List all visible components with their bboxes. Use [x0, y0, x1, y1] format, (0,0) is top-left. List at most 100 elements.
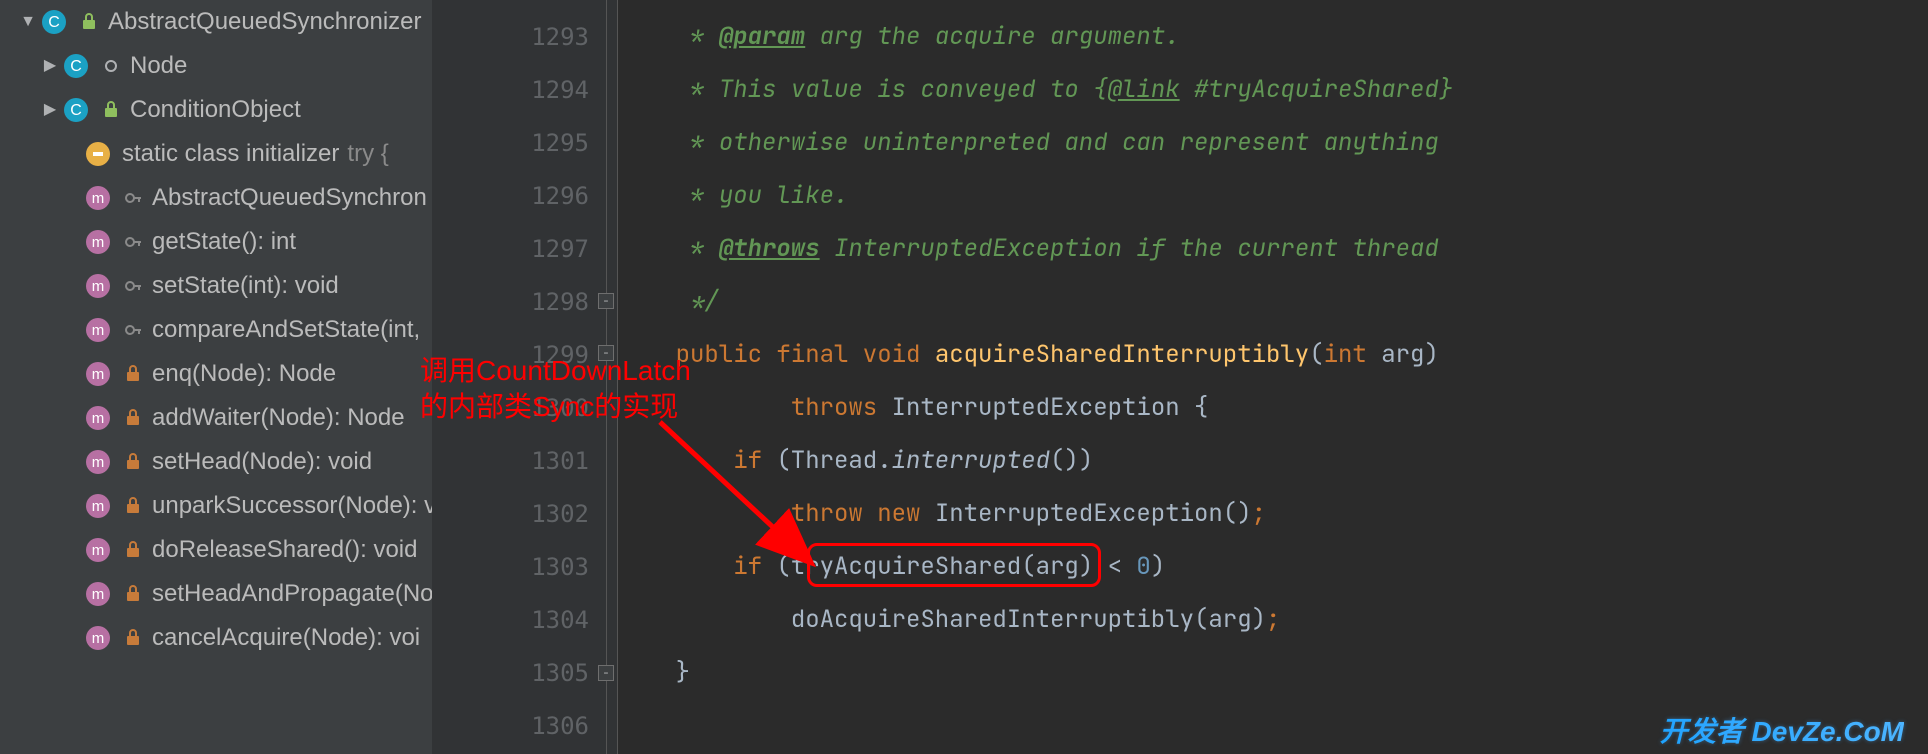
- svg-text:m: m: [92, 498, 105, 515]
- code-line: * This value is conveyed to {@link #tryA…: [618, 63, 1928, 116]
- chevron-right-icon[interactable]: ▶: [42, 88, 58, 132]
- tree-method[interactable]: m compareAndSetState(int,: [0, 308, 432, 352]
- svg-text:m: m: [92, 410, 105, 427]
- highlight-box: [807, 543, 1101, 587]
- tree-label: addWaiter(Node): Node: [152, 396, 405, 440]
- method-icon: m: [84, 316, 112, 344]
- line-number: 1306: [432, 699, 589, 752]
- tree-method[interactable]: m doReleaseShared(): void: [0, 528, 432, 572]
- line-number: 1296: [432, 169, 589, 222]
- tree-method[interactable]: m setHeadAndPropagate(No: [0, 572, 432, 616]
- code-line: }: [618, 646, 1928, 699]
- method-icon: m: [84, 580, 112, 608]
- code-line: * @throws InterruptedException if the cu…: [618, 222, 1928, 275]
- svg-text:m: m: [92, 322, 105, 339]
- tree-label: ConditionObject: [130, 88, 301, 132]
- method-icon: m: [84, 360, 112, 388]
- code-line: * otherwise uninterpreted and can repres…: [618, 116, 1928, 169]
- line-number: 1297: [432, 222, 589, 275]
- app-root: ▼ C AbstractQueuedSynchronizer ▶ C Node …: [0, 0, 1928, 754]
- fold-toggle-icon[interactable]: −: [598, 293, 614, 309]
- final-icon: [100, 55, 122, 77]
- line-number: 1301: [432, 434, 589, 487]
- tree-label: unparkSuccessor(Node): v: [152, 484, 432, 528]
- line-number: 1303: [432, 540, 589, 593]
- tree-label: doReleaseShared(): void: [152, 528, 418, 572]
- tree-label: compareAndSetState(int,: [152, 308, 420, 352]
- tree-label: setState(int): void: [152, 264, 339, 308]
- method-icon: m: [84, 272, 112, 300]
- key-icon: [122, 275, 144, 297]
- annotation-text: 调用CountDownLatch 的内部类Sync的实现: [420, 353, 691, 426]
- tree-method[interactable]: m setState(int): void: [0, 264, 432, 308]
- key-icon: [122, 187, 144, 209]
- class-icon: C: [62, 52, 90, 80]
- tree-method[interactable]: m cancelAcquire(Node): voi: [0, 616, 432, 660]
- tree-label: cancelAcquire(Node): voi: [152, 616, 420, 660]
- initializer-icon: [84, 140, 112, 168]
- svg-text:C: C: [70, 58, 82, 75]
- tree-method[interactable]: m addWaiter(Node): Node: [0, 396, 432, 440]
- tree-method[interactable]: m enq(Node): Node: [0, 352, 432, 396]
- svg-text:m: m: [92, 630, 105, 647]
- code-line: * you like.: [618, 169, 1928, 222]
- tree-label: Node: [130, 44, 187, 88]
- method-icon: m: [84, 228, 112, 256]
- structure-panel: ▼ C AbstractQueuedSynchronizer ▶ C Node …: [0, 0, 432, 754]
- lock-icon: [122, 539, 144, 561]
- line-number: 1295: [432, 116, 589, 169]
- tree-label: enq(Node): Node: [152, 352, 336, 396]
- method-icon: m: [84, 448, 112, 476]
- line-number: 1294: [432, 63, 589, 116]
- tree-class-condition[interactable]: ▶ C ConditionObject: [0, 88, 432, 132]
- code-line: doAcquireSharedInterruptibly(arg);: [618, 593, 1928, 646]
- method-icon: m: [84, 492, 112, 520]
- tree-method[interactable]: m setHead(Node): void: [0, 440, 432, 484]
- line-number: 1305: [432, 646, 589, 699]
- chevron-right-icon[interactable]: ▶: [42, 44, 58, 88]
- chevron-down-icon[interactable]: ▼: [20, 0, 36, 44]
- fold-toggle-icon[interactable]: −: [598, 665, 614, 681]
- svg-text:C: C: [48, 14, 60, 31]
- line-number: 1298: [432, 275, 589, 328]
- svg-text:m: m: [92, 278, 105, 295]
- lock-icon: [122, 495, 144, 517]
- line-number: 1302: [432, 487, 589, 540]
- lock-icon: [122, 583, 144, 605]
- code-line: * @param arg the acquire argument.: [618, 10, 1928, 63]
- tree-method[interactable]: m unparkSuccessor(Node): v: [0, 484, 432, 528]
- class-icon: C: [40, 8, 68, 36]
- key-icon: [122, 319, 144, 341]
- tree-label: AbstractQueuedSynchronizer: [108, 0, 422, 44]
- tree-class-root[interactable]: ▼ C AbstractQueuedSynchronizer: [0, 0, 432, 44]
- svg-text:m: m: [92, 234, 105, 251]
- method-icon: m: [84, 404, 112, 432]
- lock-icon: [122, 407, 144, 429]
- tree-method[interactable]: m getState(): int: [0, 220, 432, 264]
- method-icon: m: [84, 536, 112, 564]
- watermark: 开发者 DevZe.CoM: [1660, 710, 1904, 750]
- annotation-arrow-icon: [640, 412, 840, 582]
- tree-label: setHeadAndPropagate(No: [152, 572, 432, 616]
- line-number: 1304: [432, 593, 589, 646]
- lock-icon: [122, 451, 144, 473]
- tree-label: static class initializer: [122, 132, 339, 176]
- tree-label: AbstractQueuedSynchron: [152, 176, 427, 220]
- code-editor[interactable]: * @param arg the acquire argument. * Thi…: [618, 0, 1928, 754]
- key-icon: [122, 231, 144, 253]
- class-icon: C: [62, 96, 90, 124]
- tree-label-suffix: try {: [347, 132, 388, 176]
- tree-label: getState(): int: [152, 220, 296, 264]
- method-icon: m: [84, 624, 112, 652]
- svg-text:m: m: [92, 190, 105, 207]
- svg-text:m: m: [92, 454, 105, 471]
- tree-initializer[interactable]: static class initializer try {: [0, 132, 432, 176]
- svg-text:m: m: [92, 586, 105, 603]
- tree-class-node[interactable]: ▶ C Node: [0, 44, 432, 88]
- svg-text:m: m: [92, 542, 105, 559]
- tree-label: setHead(Node): void: [152, 440, 372, 484]
- code-line: public final void acquireSharedInterrupt…: [618, 328, 1928, 381]
- svg-text:m: m: [92, 366, 105, 383]
- lock-icon: [100, 99, 122, 121]
- tree-method[interactable]: m AbstractQueuedSynchron: [0, 176, 432, 220]
